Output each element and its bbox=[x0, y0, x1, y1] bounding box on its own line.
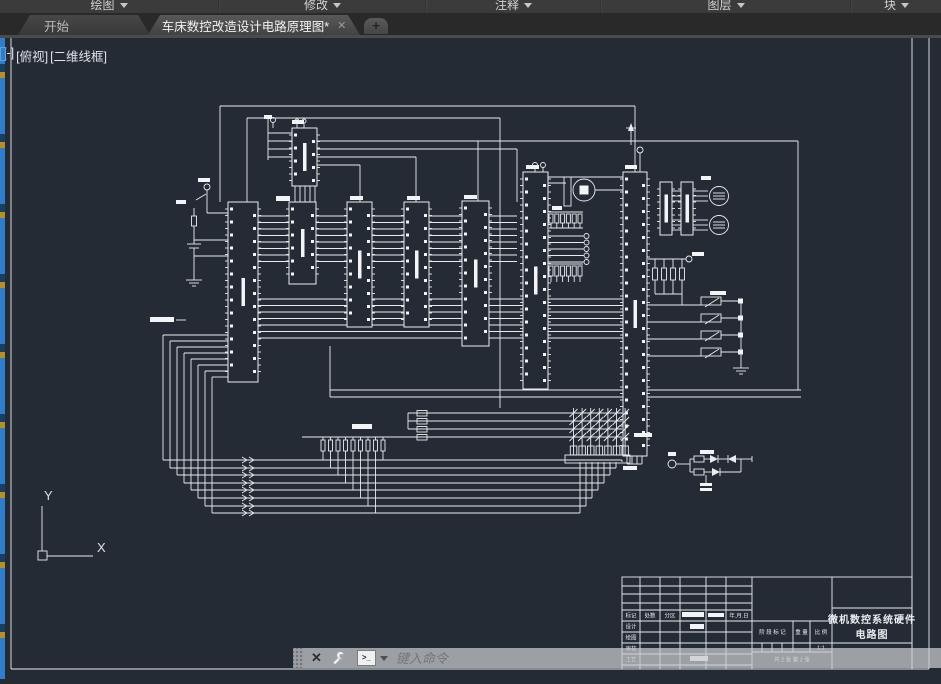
panel-label: 块 bbox=[883, 0, 896, 12]
tab-start[interactable]: 开始 bbox=[18, 15, 150, 35]
dropdown-arrow-icon bbox=[736, 3, 745, 8]
command-drag-handle[interactable] bbox=[293, 648, 304, 668]
ribbon-panel-draw[interactable]: 绘图 bbox=[0, 0, 218, 13]
viewport-controls: [-] [俯视] [二维线框] bbox=[3, 46, 107, 65]
command-bar: ✕ >_ bbox=[293, 648, 941, 668]
tb-title-line1: 微机数控系统硬件 bbox=[827, 613, 916, 626]
tb-weight: 重 量 bbox=[795, 628, 808, 636]
tb-header: 分区 bbox=[664, 612, 676, 620]
panel-label: 注释 bbox=[494, 0, 519, 12]
panel-label: 图层 bbox=[707, 0, 732, 12]
tb-header: 处数 bbox=[644, 612, 656, 620]
tb-stage: 阶 段 标 记 bbox=[759, 628, 786, 636]
ribbon-panel-block[interactable]: 块 bbox=[852, 0, 941, 13]
viewport-visual-style-control[interactable]: [二维线框] bbox=[50, 46, 107, 65]
left-dock-handle[interactable] bbox=[0, 47, 6, 61]
tb-header: 标记 bbox=[625, 612, 637, 620]
dropdown-arrow-icon bbox=[524, 3, 532, 8]
command-close-icon[interactable]: ✕ bbox=[304, 650, 329, 666]
ucs-icon: Y X bbox=[44, 488, 106, 555]
tb-row: 设计 bbox=[625, 623, 637, 631]
ribbon-panel-layers[interactable]: 图层 bbox=[602, 0, 850, 13]
tb-header: 年.月.日 bbox=[729, 612, 749, 620]
ribbon-panel-modify[interactable]: 修改 bbox=[220, 0, 425, 13]
panel-label: 绘图 bbox=[90, 0, 115, 12]
new-tab-button[interactable]: + bbox=[364, 18, 388, 34]
drawing-canvas[interactable]: Y X 标记 处数 分区 年.月.日 设计 绘图 审核 工艺 阶 段 标 记 重… bbox=[0, 38, 941, 679]
tb-scale: 比 例 bbox=[815, 628, 828, 636]
file-tab-bar: 开始 车床数控改造设计电路原理图* ✕ + bbox=[0, 13, 941, 38]
schematic bbox=[10, 38, 930, 670]
tb-row: 绘图 bbox=[625, 634, 637, 642]
viewport-view-control[interactable]: [俯视] bbox=[16, 46, 48, 65]
drawing-viewport[interactable]: Y X 标记 处数 分区 年.月.日 设计 绘图 审核 工艺 阶 段 标 记 重… bbox=[0, 38, 941, 679]
ucs-y-label: Y bbox=[44, 488, 53, 503]
tab-drawing[interactable]: 车床数控改造设计电路原理图* ✕ bbox=[148, 15, 360, 35]
ribbon-panel-annotate[interactable]: 注释 bbox=[427, 0, 600, 13]
panel-label: 修改 bbox=[303, 0, 328, 12]
tb-title-line2: 电路图 bbox=[856, 628, 889, 641]
command-customize-wrench-icon[interactable] bbox=[331, 651, 345, 665]
command-dropdown-icon[interactable] bbox=[379, 655, 388, 661]
ucs-x-label: X bbox=[97, 540, 106, 555]
tab-label: 开始 bbox=[44, 19, 70, 34]
dropdown-arrow-icon bbox=[119, 3, 128, 8]
dropdown-arrow-icon bbox=[901, 3, 909, 8]
ribbon: 绘图 修改 注释 图层 块 bbox=[0, 0, 941, 14]
command-input[interactable] bbox=[393, 649, 941, 667]
dropdown-arrow-icon bbox=[333, 3, 341, 8]
tab-close-icon[interactable]: ✕ bbox=[337, 19, 346, 32]
tab-label: 车床数控改造设计电路原理图* bbox=[161, 19, 330, 34]
left-dock-strip bbox=[0, 38, 5, 679]
command-prompt-box[interactable]: >_ bbox=[356, 650, 376, 666]
